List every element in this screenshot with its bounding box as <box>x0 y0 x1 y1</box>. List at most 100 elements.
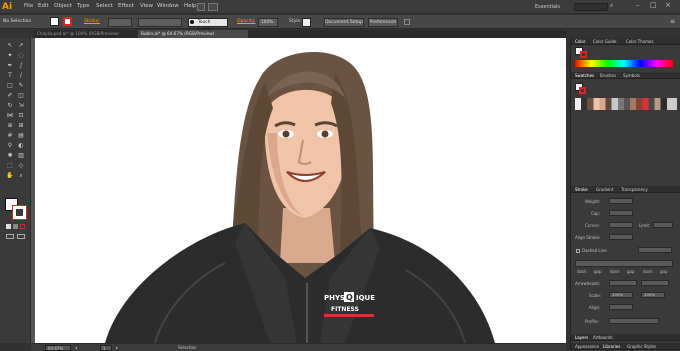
bridge-icon[interactable] <box>197 3 205 11</box>
tab-artboards[interactable]: Artboards <box>593 334 613 341</box>
color-stroke-icon[interactable] <box>580 51 587 58</box>
workspace-switcher[interactable]: Essentials <box>535 4 560 10</box>
panel-menu-icon[interactable]: ≡ <box>670 18 675 25</box>
width-tool-icon[interactable]: ⋈ <box>6 112 14 120</box>
free-transform-icon[interactable]: ⊡ <box>17 112 25 120</box>
tab-brushes[interactable]: Brushes <box>600 72 616 79</box>
perspective-grid-icon[interactable]: ⊞ <box>17 122 25 130</box>
blend-tool-icon[interactable]: ◐ <box>17 142 25 150</box>
scale-start-field[interactable]: 100% <box>609 292 633 298</box>
arrowhead-start-select[interactable] <box>609 280 637 286</box>
maximize-icon[interactable]: □ <box>650 1 657 9</box>
brush-definition[interactable]: Touch Callig... <box>188 18 228 32</box>
screen-mode-icon[interactable] <box>17 234 25 239</box>
graphic-style-swatch[interactable] <box>302 18 311 27</box>
hand-tool-icon[interactable]: ✋ <box>6 172 14 180</box>
menu-select[interactable]: Select <box>96 3 113 9</box>
close-icon[interactable]: × <box>665 1 671 9</box>
menu-view[interactable]: View <box>140 3 153 9</box>
stroke-weight-field[interactable] <box>108 18 132 27</box>
tab-bubin[interactable]: Bubin.ai* @ 64.67% (RGB/Preview) <box>138 30 248 38</box>
dash-align-buttons[interactable] <box>638 247 672 253</box>
graph-tool-icon[interactable]: ▥ <box>17 152 25 160</box>
tab-chaylia[interactable]: Chaylia.psd.ai* @ 100% (RGB/Preview) <box>34 30 134 38</box>
menu-file[interactable]: File <box>24 3 33 9</box>
limit-field[interactable] <box>653 222 673 228</box>
curvature-tool-icon[interactable]: ∫ <box>17 62 25 70</box>
rotate-tool-icon[interactable]: ↻ <box>6 102 14 110</box>
color-mode-icon[interactable] <box>6 224 11 229</box>
document-setup-button[interactable]: Document Setup <box>324 18 364 27</box>
cap-buttons[interactable] <box>609 210 633 216</box>
line-tool-icon[interactable]: / <box>17 72 25 80</box>
mesh-tool-icon[interactable]: # <box>6 132 14 140</box>
zoom-field[interactable]: 64.67% <box>45 345 71 351</box>
tab-libraries[interactable]: Libraries <box>603 343 620 350</box>
magic-wand-icon[interactable]: ✦ <box>6 52 14 60</box>
tab-graphic-styles[interactable]: Graphic Styles <box>627 343 656 350</box>
stroke-swatch[interactable] <box>63 17 72 26</box>
menu-effect[interactable]: Effect <box>118 3 134 9</box>
next-artboard-icon[interactable]: ▸ <box>116 345 118 350</box>
search-input[interactable] <box>574 3 608 11</box>
menu-object[interactable]: Object <box>54 3 72 9</box>
status-mode[interactable]: Selection <box>178 345 196 350</box>
arrange-icon[interactable] <box>208 3 218 11</box>
arrow-align-buttons[interactable] <box>609 304 633 310</box>
none-mode-icon[interactable] <box>20 224 25 229</box>
direct-selection-tool-icon[interactable]: ↗ <box>17 42 25 50</box>
arrange-documents-icon[interactable] <box>404 19 410 25</box>
dash-gap-fields[interactable] <box>575 260 673 267</box>
artboard-tool-icon[interactable]: ⬚ <box>6 162 14 170</box>
swatch-grid[interactable] <box>575 98 677 110</box>
fill-swatch[interactable] <box>50 17 59 26</box>
prev-artboard-icon[interactable]: ◂ <box>75 345 77 350</box>
profile-select[interactable] <box>609 318 659 324</box>
scale-end-field[interactable]: 100% <box>641 292 665 298</box>
dashed-line-checkbox[interactable] <box>576 249 580 253</box>
arrowhead-end-select[interactable] <box>641 280 669 286</box>
tab-symbols[interactable]: Symbols <box>623 72 640 79</box>
tab-color[interactable]: Color <box>575 38 585 45</box>
stroke-color-icon[interactable] <box>12 205 27 220</box>
lasso-icon[interactable]: ◌ <box>17 52 25 60</box>
tab-color-themes[interactable]: Color Themes <box>626 38 654 45</box>
align-stroke-buttons[interactable] <box>609 234 633 240</box>
slice-tool-icon[interactable]: ◇ <box>17 162 25 170</box>
corner-buttons[interactable] <box>609 222 633 228</box>
menu-help[interactable]: Help <box>184 3 197 9</box>
artboard-number-field[interactable]: 1 <box>100 345 112 351</box>
preferences-button[interactable]: Preferences <box>368 18 398 27</box>
menu-edit[interactable]: Edit <box>38 3 49 9</box>
symbol-sprayer-icon[interactable]: ✺ <box>6 152 14 160</box>
opacity-label[interactable]: Opacity: <box>237 19 256 24</box>
shaper-tool-icon[interactable]: ✐ <box>6 92 14 100</box>
gradient-mode-icon[interactable] <box>13 224 18 229</box>
draw-mode-icon[interactable] <box>6 234 14 239</box>
tab-stroke[interactable]: Stroke <box>575 186 588 193</box>
tab-layers[interactable]: Layers <box>575 334 588 341</box>
paintbrush-icon[interactable]: ✎ <box>17 82 25 90</box>
selection-tool-icon[interactable]: ↖ <box>6 42 14 50</box>
shape-builder-icon[interactable]: ⊕ <box>6 122 14 130</box>
gradient-tool-icon[interactable]: ▤ <box>17 132 25 140</box>
variable-width-profile[interactable] <box>138 18 182 27</box>
weight-field[interactable] <box>609 198 633 204</box>
eyedropper-icon[interactable]: ⚲ <box>6 142 14 150</box>
tab-transparency[interactable]: Transparency <box>621 186 648 193</box>
canvas-area[interactable]: PHYS Q IQUE FITNESS <box>31 38 566 343</box>
menu-type[interactable]: Type <box>77 3 90 9</box>
tab-color-guide[interactable]: Color Guide <box>593 38 616 45</box>
rectangle-tool-icon[interactable]: □ <box>6 82 14 90</box>
artboard[interactable]: PHYS Q IQUE FITNESS <box>35 38 566 343</box>
menu-window[interactable]: Window <box>157 3 179 9</box>
tab-swatches[interactable]: Swatches <box>575 72 594 79</box>
color-spectrum[interactable] <box>575 60 673 67</box>
type-tool-icon[interactable]: T <box>6 72 14 80</box>
opacity-field[interactable]: 100% <box>258 18 278 27</box>
zoom-tool-icon[interactable]: ⌕ <box>17 172 25 180</box>
swatch-stroke-icon[interactable] <box>579 87 586 94</box>
tab-gradient[interactable]: Gradient <box>596 186 613 193</box>
minimize-icon[interactable]: – <box>636 1 640 9</box>
pen-tool-icon[interactable]: ✒ <box>6 62 14 70</box>
